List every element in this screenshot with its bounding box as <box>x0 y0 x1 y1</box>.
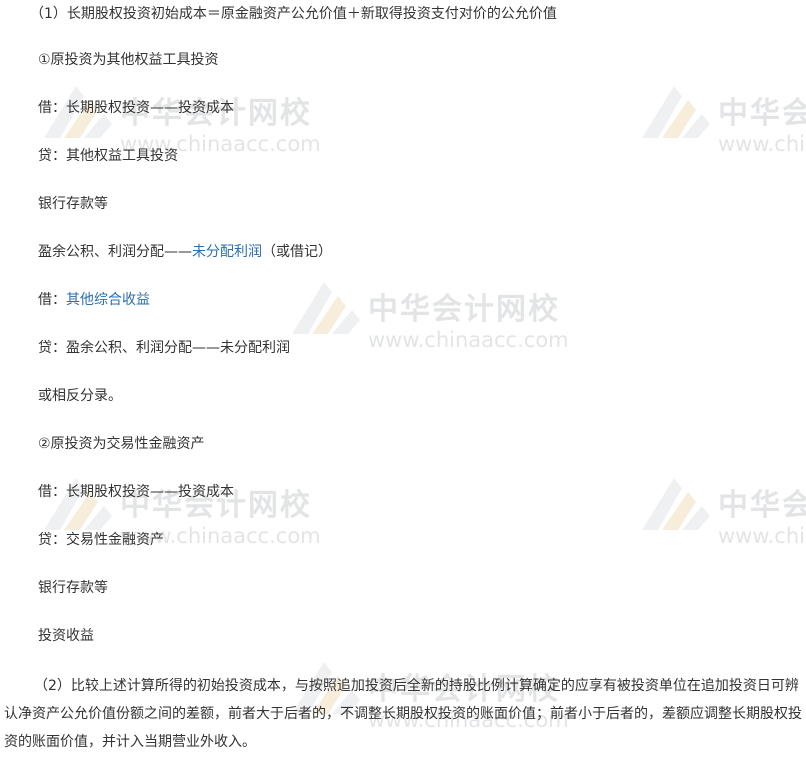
journal-line: 借：长期股权投资——投资成本 <box>38 100 234 116</box>
subheading-trading-asset: ②原投资为交易性金融资产 <box>38 436 205 452</box>
journal-text: 盈余公积、利润分配—— <box>38 244 192 260</box>
watermark: 中华会计网校 www.chinaacc.com <box>292 282 569 352</box>
watermark: 中华会计网校 www.chinaacc.com <box>642 478 806 548</box>
watermark-logo-icon <box>292 282 360 334</box>
watermark-logo-icon <box>642 86 710 138</box>
watermark: 中华会计网校 www.chinaacc.com <box>642 86 806 156</box>
journal-line: 贷：盈余公积、利润分配——未分配利润 <box>38 340 290 356</box>
journal-line: 银行存款等 <box>38 196 108 212</box>
journal-line: 借：长期股权投资——投资成本 <box>38 484 234 500</box>
watermark-url: www.chinaacc.com <box>718 524 806 548</box>
journal-text: （或借记） <box>262 244 332 260</box>
journal-line: 投资收益 <box>38 628 94 644</box>
section-2-paragraph: （2）比较上述计算所得的初始投资成本，与按照追加投资后全新的持股比例计算确定的应… <box>4 678 802 750</box>
journal-line: 贷：交易性金融资产 <box>38 532 164 548</box>
subheading-other-equity: ①原投资为其他权益工具投资 <box>38 52 219 68</box>
journal-line: 银行存款等 <box>38 580 108 596</box>
section-1-heading: （1）长期股权投资初始成本＝原金融资产公允价值＋新取得投资支付对价的公允价值 <box>30 6 557 22</box>
link-undistributed-profit[interactable]: 未分配利润 <box>192 244 262 260</box>
watermark-name: 中华会计网校 <box>718 96 806 131</box>
link-other-comprehensive-income[interactable]: 其他综合收益 <box>66 292 150 308</box>
journal-text: 借： <box>38 292 66 308</box>
watermark-url: www.chinaacc.com <box>718 132 806 156</box>
watermark-name: 中华会计网校 <box>718 488 806 523</box>
journal-line: 盈余公积、利润分配——未分配利润（或借记） <box>38 242 332 262</box>
watermark-name: 中华会计网校 <box>368 292 560 327</box>
note-reverse-entry: 或相反分录。 <box>38 388 122 404</box>
journal-line: 贷：其他权益工具投资 <box>38 148 178 164</box>
journal-line: 借：其他综合收益 <box>38 290 150 310</box>
watermark-url: www.chinaacc.com <box>368 328 569 352</box>
watermark-logo-icon <box>642 478 710 530</box>
